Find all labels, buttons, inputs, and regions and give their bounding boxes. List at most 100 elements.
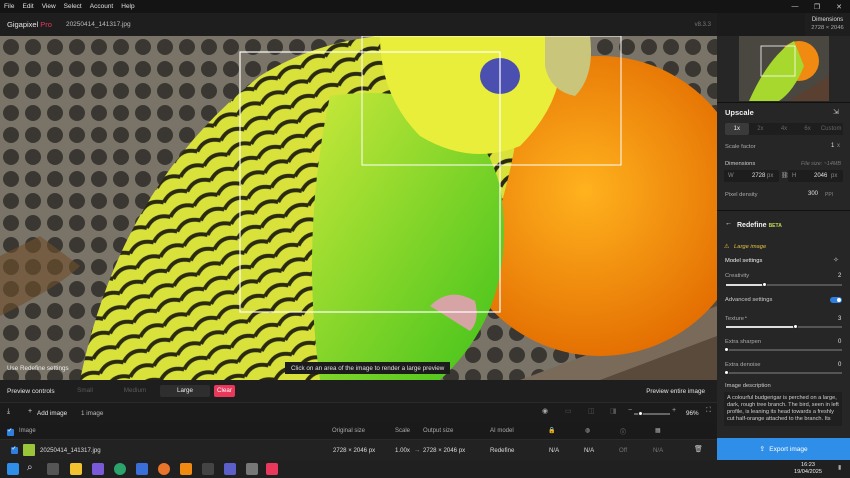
store-icon[interactable] bbox=[136, 463, 148, 475]
height-field[interactable]: H 2046 px bbox=[788, 170, 843, 182]
app-icon-1[interactable] bbox=[92, 463, 104, 475]
height-label: H bbox=[792, 173, 797, 179]
row-checkbox[interactable] bbox=[11, 445, 18, 454]
redefine-title: Redefine BETA bbox=[737, 222, 782, 229]
extra-denoise-label: Extra denoise bbox=[725, 362, 761, 368]
side-by-side-icon[interactable]: ◨ bbox=[610, 407, 617, 415]
app-edition: Pro bbox=[40, 20, 52, 29]
texture-slider-fill bbox=[726, 326, 796, 328]
zoom-slider[interactable] bbox=[634, 411, 670, 416]
model-type: Large image bbox=[734, 244, 767, 250]
preview-controls-label: Preview controls bbox=[7, 388, 55, 395]
canvas-hint: Click on an area of the image to render … bbox=[285, 362, 451, 374]
back-arrow-icon[interactable]: ← bbox=[725, 220, 732, 227]
width-label: W bbox=[728, 173, 734, 179]
scale-option-2x[interactable]: 2x bbox=[749, 123, 773, 135]
creativity-slider[interactable] bbox=[726, 282, 842, 287]
scale-option-custom[interactable]: Custom bbox=[819, 123, 843, 135]
clear-button[interactable]: Clear bbox=[214, 385, 235, 397]
height-value: 2046 bbox=[814, 173, 828, 179]
lock-icon: 🔒 bbox=[548, 428, 556, 434]
row-original-size: 2728 × 2046 px bbox=[333, 447, 376, 454]
arrow-right-icon: → bbox=[414, 447, 421, 454]
image-count: 1 image bbox=[81, 410, 104, 417]
use-redefine-settings[interactable]: Use Redefine settings bbox=[7, 365, 69, 372]
eye-icon[interactable]: ◉ bbox=[542, 407, 548, 415]
preview-size-small[interactable]: Small bbox=[60, 385, 110, 397]
app-icon-2[interactable] bbox=[202, 463, 214, 475]
menu-file[interactable]: File bbox=[0, 3, 18, 10]
row-thumbnail bbox=[23, 444, 35, 456]
width-field[interactable]: W 2728 px bbox=[724, 170, 779, 182]
scale-factor-value[interactable]: 1 bbox=[831, 143, 834, 149]
edge-icon[interactable] bbox=[114, 463, 126, 475]
zoom-in-icon[interactable]: + bbox=[672, 407, 676, 414]
export-image-button[interactable]: ⇪ Export image bbox=[717, 438, 850, 460]
advanced-settings-toggle[interactable] bbox=[830, 297, 842, 303]
taskbar: ⌕ 16:23 19/04/2025 ▮ bbox=[0, 460, 850, 478]
plus-icon[interactable]: + bbox=[28, 408, 32, 415]
texture-slider[interactable] bbox=[726, 324, 842, 329]
compare-icon[interactable]: ⇲ bbox=[833, 108, 839, 116]
clock-date: 19/04/2025 bbox=[794, 469, 822, 475]
preview-entire-image-button[interactable]: Preview entire image bbox=[646, 388, 705, 395]
extra-denoise-slider[interactable] bbox=[724, 370, 842, 375]
dimensions-value: 2728 × 2046 bbox=[811, 25, 844, 31]
image-description-label: Image description bbox=[725, 383, 771, 389]
table-row[interactable]: 20250414_141317.jpg 2728 × 2046 px 1.00x… bbox=[0, 440, 717, 460]
close-button[interactable]: ✕ bbox=[828, 0, 850, 13]
model-settings-label: Model settings bbox=[725, 258, 763, 264]
vlc-icon[interactable] bbox=[180, 463, 192, 475]
start-icon[interactable] bbox=[7, 463, 19, 475]
extra-sharpen-label: Extra sharpen bbox=[725, 339, 762, 345]
scale-factor-unit: x bbox=[837, 143, 840, 149]
zoom-level[interactable]: 96% bbox=[686, 410, 699, 417]
single-view-icon[interactable]: ▭ bbox=[565, 407, 572, 415]
file-explorer-icon[interactable] bbox=[70, 463, 82, 475]
extra-sharpen-slider-knob[interactable] bbox=[724, 347, 729, 352]
extra-denoise-slider-knob[interactable] bbox=[724, 370, 729, 375]
task-view-icon[interactable] bbox=[47, 463, 59, 475]
pixel-density-value[interactable]: 300 bbox=[808, 191, 818, 197]
firefox-icon[interactable] bbox=[158, 463, 170, 475]
fit-icon[interactable]: ⛶ bbox=[706, 407, 711, 415]
navigator-thumbnail[interactable] bbox=[739, 36, 829, 101]
row-scale: 1.00x bbox=[395, 447, 410, 454]
extra-sharpen-slider[interactable] bbox=[724, 347, 842, 352]
trash-icon[interactable]: 🗑 bbox=[694, 445, 703, 453]
system-clock[interactable]: 16:23 19/04/2025 bbox=[794, 462, 822, 476]
gigapixel-taskbar-icon[interactable] bbox=[266, 463, 278, 475]
sparkle-icon[interactable]: ✧ bbox=[833, 256, 839, 264]
settings-icon[interactable] bbox=[246, 463, 258, 475]
scale-option-4x[interactable]: 4x bbox=[772, 123, 796, 135]
texture-slider-knob[interactable] bbox=[793, 324, 799, 329]
preview-size-medium[interactable]: Medium bbox=[110, 385, 160, 397]
select-all-checkbox[interactable] bbox=[7, 427, 14, 436]
collapse-icon[interactable]: ⤓ bbox=[7, 408, 10, 416]
image-canvas[interactable] bbox=[0, 36, 717, 380]
notification-icon[interactable]: ▮ bbox=[838, 464, 841, 471]
creativity-value: 2 bbox=[838, 273, 842, 279]
creativity-slider-knob[interactable] bbox=[761, 282, 767, 287]
dimensions-badge[interactable]: Dimensions 2728 × 2046 bbox=[805, 13, 850, 36]
scale-option-1x[interactable]: 1x bbox=[725, 123, 749, 135]
menu-select[interactable]: Select bbox=[60, 3, 86, 10]
add-image-button[interactable]: Add image bbox=[37, 410, 67, 417]
menu-help[interactable]: Help bbox=[117, 3, 138, 10]
split-view-icon[interactable]: ◫ bbox=[588, 407, 595, 415]
zoom-out-icon[interactable]: − bbox=[628, 407, 632, 414]
scale-option-6x[interactable]: 6x bbox=[796, 123, 820, 135]
teams-icon[interactable] bbox=[224, 463, 236, 475]
maximize-button[interactable]: ❐ bbox=[806, 0, 828, 13]
minimize-button[interactable]: — bbox=[784, 0, 806, 13]
menu-edit[interactable]: Edit bbox=[18, 3, 37, 10]
menu-account[interactable]: Account bbox=[86, 3, 118, 10]
zoom-slider-knob[interactable] bbox=[638, 411, 643, 416]
preview-size-large[interactable]: Large bbox=[160, 385, 210, 397]
row-col-1: N/A bbox=[549, 447, 560, 454]
menu-view[interactable]: View bbox=[38, 3, 60, 10]
image-description-field[interactable]: A colourful budgerigar is perched on a l… bbox=[724, 392, 842, 426]
dimensions-title: Dimensions bbox=[811, 17, 844, 23]
window-controls: — ❐ ✕ bbox=[784, 0, 850, 13]
search-icon[interactable]: ⌕ bbox=[27, 462, 33, 473]
